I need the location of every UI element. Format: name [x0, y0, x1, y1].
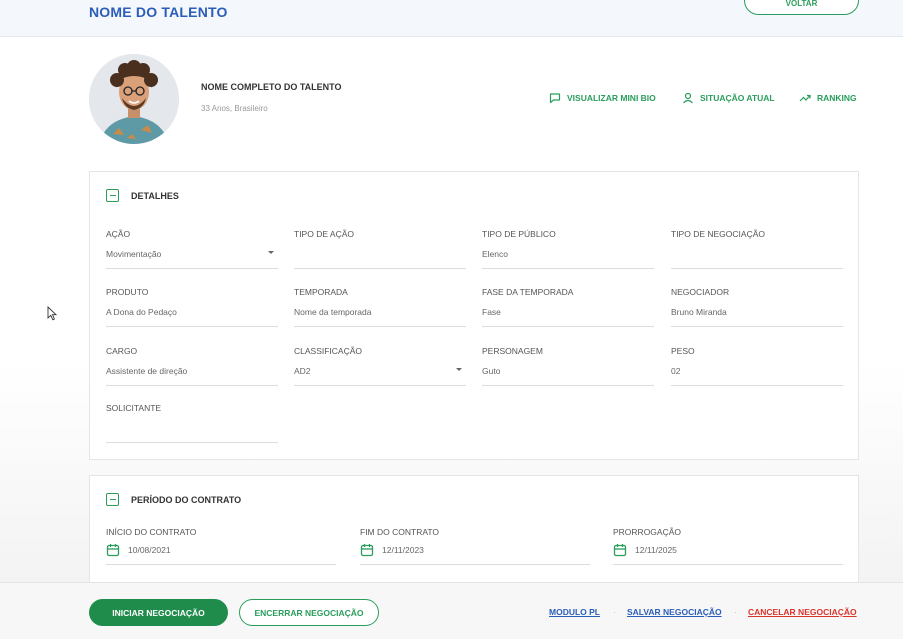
field-value: Movimentação — [106, 249, 162, 259]
field-label: TEMPORADA — [294, 287, 348, 297]
product-field[interactable]: PRODUTO A Dona do Pedaço — [106, 287, 278, 327]
field-label: TIPO DE NEGOCIAÇÃO — [671, 229, 765, 239]
field-label: INÍCIO DO CONTRATO — [106, 527, 197, 537]
contract-start-field[interactable]: INÍCIO DO CONTRATO 10/08/2021 — [106, 527, 336, 565]
season-field[interactable]: TEMPORADA Nome da temporada — [294, 287, 466, 327]
field-label: TIPO DE AÇÃO — [294, 229, 354, 239]
details-title: DETALHES — [131, 190, 179, 201]
role-field[interactable]: CARGO Assistente de direção — [106, 346, 278, 386]
negotiator-field[interactable]: NEGOCIADOR Bruno Miranda — [671, 287, 843, 327]
save-negotiation-link[interactable]: SALVAR NEGOCIAÇÃO — [627, 607, 722, 617]
field-value: A Dona do Pedaço — [106, 307, 177, 317]
avatar-photo-icon — [89, 54, 179, 144]
separator: · — [734, 607, 737, 617]
calendar-icon — [360, 544, 374, 557]
current-status-link[interactable]: SITUAÇÃO ATUAL — [682, 92, 775, 104]
field-label: SOLICITANTE — [106, 403, 162, 413]
field-label: PRODUTO — [106, 287, 149, 297]
talent-subtitle: 33 Anos, Brasileiro — [201, 104, 268, 113]
avatar — [89, 54, 179, 144]
details-panel: DETALHES AÇÃO Movimentação TIPO DE AÇÃO … — [89, 171, 859, 460]
ranking-label: RANKING — [817, 93, 857, 103]
field-value: Bruno Miranda — [671, 307, 727, 317]
classification-select[interactable]: CLASSIFICAÇÃO AD2 — [294, 346, 466, 386]
field-value: 12/11/2025 — [635, 545, 677, 555]
contract-period-panel: PERÍODO DO CONTRATO INÍCIO DO CONTRATO 1… — [89, 475, 859, 595]
field-label: NEGOCIADOR — [671, 287, 730, 297]
negotiation-type-field[interactable]: TIPO DE NEGOCIAÇÃO — [671, 229, 843, 269]
field-value: Assistente de direção — [106, 366, 188, 376]
field-label: TIPO DE PÚBLICO — [482, 229, 556, 239]
audience-type-field[interactable]: TIPO DE PÚBLICO Elenco — [482, 229, 654, 269]
field-label: AÇÃO — [106, 229, 131, 239]
calendar-icon — [613, 544, 627, 557]
action-type-field[interactable]: TIPO DE AÇÃO — [294, 229, 466, 269]
contract-period-title: PERÍODO DO CONTRATO — [131, 494, 242, 505]
contract-period-header[interactable]: PERÍODO DO CONTRATO — [106, 493, 241, 506]
season-phase-field[interactable]: FASE DA TEMPORADA Fase — [482, 287, 654, 327]
view-mini-bio-link[interactable]: VISUALIZAR MINI BIO — [549, 92, 656, 104]
trending-up-icon — [799, 94, 811, 102]
cancel-negotiation-link[interactable]: CANCELAR NEGOCIAÇÃO — [748, 607, 857, 617]
field-value: 12/11/2023 — [382, 545, 424, 555]
end-negotiation-button[interactable]: ENCERRAR NEGOCIAÇÃO — [239, 599, 379, 626]
view-mini-bio-label: VISUALIZAR MINI BIO — [567, 93, 656, 103]
chevron-down-icon — [456, 368, 462, 371]
field-value: Guto — [482, 366, 501, 376]
requester-field[interactable]: SOLICITANTE — [106, 403, 278, 443]
field-value: Elenco — [482, 249, 508, 259]
action-select[interactable]: AÇÃO Movimentação — [106, 229, 278, 269]
chat-bubble-icon — [549, 93, 561, 104]
field-value: Fase — [482, 307, 501, 317]
talent-name: NOME COMPLETO DO TALENTO — [201, 82, 342, 92]
module-pl-link[interactable]: MODULO PL — [549, 607, 600, 617]
footer-bar: INICIAR NEGOCIAÇÃO ENCERRAR NEGOCIAÇÃO M… — [0, 582, 903, 639]
page-title: NOME DO TALENTO — [89, 4, 228, 20]
field-value: 10/08/2021 — [128, 545, 171, 555]
field-label: FASE DA TEMPORADA — [482, 287, 574, 297]
chevron-down-icon — [268, 251, 274, 254]
collapse-icon[interactable] — [106, 493, 119, 506]
back-button[interactable]: VOLTAR — [744, 0, 859, 15]
current-status-label: SITUAÇÃO ATUAL — [700, 93, 775, 103]
field-value: Nome da temporada — [294, 307, 372, 317]
field-value: 02 — [671, 366, 681, 376]
top-bar: NOME DO TALENTO VOLTAR — [0, 0, 903, 37]
character-field[interactable]: PERSONAGEM Guto — [482, 346, 654, 386]
field-label: PERSONAGEM — [482, 346, 543, 356]
field-label: FIM DO CONTRATO — [360, 527, 440, 537]
extension-field[interactable]: PRORROGAÇÃO 12/11/2025 — [613, 527, 843, 565]
mouse-cursor-icon — [47, 306, 57, 321]
ranking-link[interactable]: RANKING — [799, 92, 857, 104]
field-label: PESO — [671, 346, 695, 356]
start-negotiation-button[interactable]: INICIAR NEGOCIAÇÃO — [89, 599, 228, 626]
details-header[interactable]: DETALHES — [106, 189, 179, 202]
field-value: AD2 — [294, 366, 311, 376]
field-label: PRORROGAÇÃO — [613, 527, 682, 537]
user-icon — [683, 92, 693, 104]
calendar-icon — [106, 544, 120, 557]
field-label: CARGO — [106, 346, 138, 356]
weight-field[interactable]: PESO 02 — [671, 346, 843, 386]
field-label: CLASSIFICAÇÃO — [294, 346, 363, 356]
contract-end-field[interactable]: FIM DO CONTRATO 12/11/2023 — [360, 527, 590, 565]
collapse-icon[interactable] — [106, 189, 119, 202]
separator: · — [613, 607, 616, 617]
